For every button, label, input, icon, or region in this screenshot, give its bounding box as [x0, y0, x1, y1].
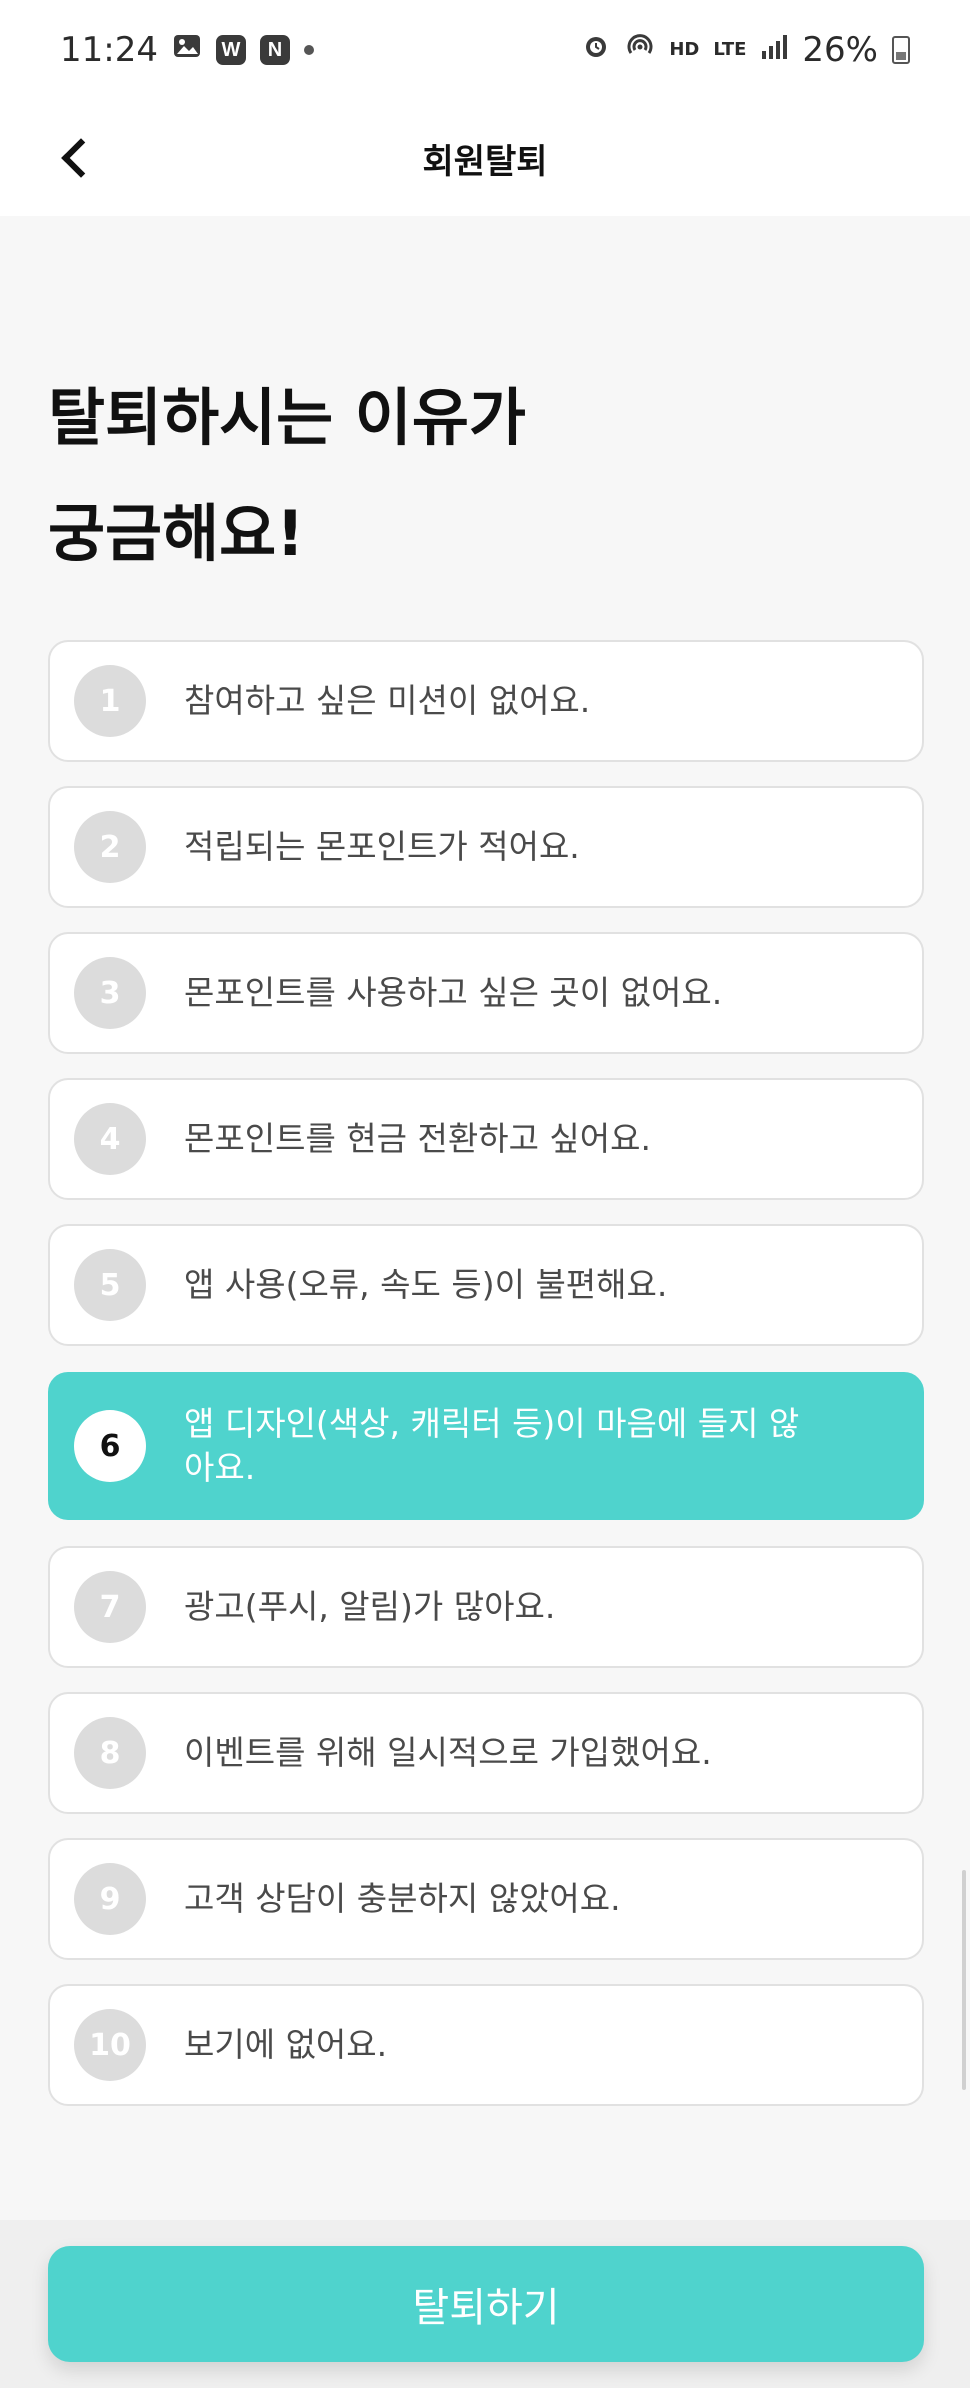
image-icon — [172, 30, 202, 70]
hotspot-icon — [625, 30, 655, 70]
back-button[interactable] — [40, 122, 112, 194]
battery-percent: 26% — [802, 30, 878, 70]
option-number: 7 — [74, 1571, 146, 1643]
status-time: 11:24 — [60, 30, 158, 70]
option-label: 앱 디자인(색상, 캐릭터 등)이 마음에 들지 않아요. — [184, 1404, 800, 1487]
reason-option-1[interactable]: 1 참여하고 싶은 미션이 없어요. — [48, 640, 924, 762]
option-number: 6 — [74, 1410, 146, 1482]
chevron-left-icon — [61, 138, 101, 178]
withdraw-button[interactable]: 탈퇴하기 — [48, 2246, 924, 2362]
headline-line1: 탈퇴하시는 이유가 — [48, 381, 526, 454]
option-number: 10 — [74, 2009, 146, 2081]
headline: 탈퇴하시는 이유가 궁금해요! — [48, 360, 918, 592]
option-label: 보기에 없어요. — [184, 2025, 388, 2064]
option-number: 4 — [74, 1103, 146, 1175]
option-label: 고객 상담이 충분하지 않았어요. — [184, 1879, 621, 1918]
option-label: 몬포인트를 현금 전환하고 싶어요. — [184, 1119, 651, 1158]
n-app-icon: N — [259, 35, 290, 65]
option-number: 1 — [74, 665, 146, 737]
option-label: 광고(푸시, 알림)가 많아요. — [184, 1587, 556, 1626]
w-app-icon: W — [215, 35, 246, 65]
option-label: 참여하고 싶은 미션이 없어요. — [184, 681, 591, 720]
option-number: 9 — [74, 1863, 146, 1935]
status-right: HD LTE 26% — [581, 30, 910, 70]
reason-option-8[interactable]: 8 이벤트를 위해 일시적으로 가입했어요. — [48, 1692, 924, 1814]
option-label: 몬포인트를 사용하고 싶은 곳이 없어요. — [184, 973, 723, 1012]
dot-icon — [303, 45, 314, 55]
reason-option-10[interactable]: 10 보기에 없어요. — [48, 1984, 924, 2106]
headline-line2: 궁금해요! — [48, 497, 305, 570]
option-label: 이벤트를 위해 일시적으로 가입했어요. — [184, 1733, 712, 1772]
reason-option-4[interactable]: 4 몬포인트를 현금 전환하고 싶어요. — [48, 1078, 924, 1200]
option-number: 2 — [74, 811, 146, 883]
reason-option-5[interactable]: 5 앱 사용(오류, 속도 등)이 불편해요. — [48, 1224, 924, 1346]
lte-icon: LTE — [713, 39, 747, 60]
reason-option-6-selected[interactable]: 6 앱 디자인(색상, 캐릭터 등)이 마음에 들지 않아요. — [48, 1372, 924, 1520]
option-number: 8 — [74, 1717, 146, 1789]
hd-voice-icon: HD — [669, 39, 700, 60]
option-number: 3 — [74, 957, 146, 1029]
battery-icon — [892, 36, 910, 64]
reason-option-9[interactable]: 9 고객 상담이 충분하지 않았어요. — [48, 1838, 924, 1960]
reason-option-7[interactable]: 7 광고(푸시, 알림)가 많아요. — [48, 1546, 924, 1668]
option-label: 앱 사용(오류, 속도 등)이 불편해요. — [184, 1265, 668, 1304]
page-title: 회원탈퇴 — [422, 141, 548, 182]
reason-option-2[interactable]: 2 적립되는 몬포인트가 적어요. — [48, 786, 924, 908]
scrollbar-thumb[interactable] — [962, 1870, 966, 2090]
header: 회원탈퇴 — [0, 100, 970, 216]
alarm-icon — [581, 30, 611, 70]
status-bar: 11:24 W N HD LTE 26% — [0, 0, 970, 100]
status-left: 11:24 W N — [60, 30, 314, 70]
option-label: 적립되는 몬포인트가 적어요. — [184, 827, 580, 866]
signal-icon — [760, 30, 788, 70]
option-number: 5 — [74, 1249, 146, 1321]
reason-option-3[interactable]: 3 몬포인트를 사용하고 싶은 곳이 없어요. — [48, 932, 924, 1054]
